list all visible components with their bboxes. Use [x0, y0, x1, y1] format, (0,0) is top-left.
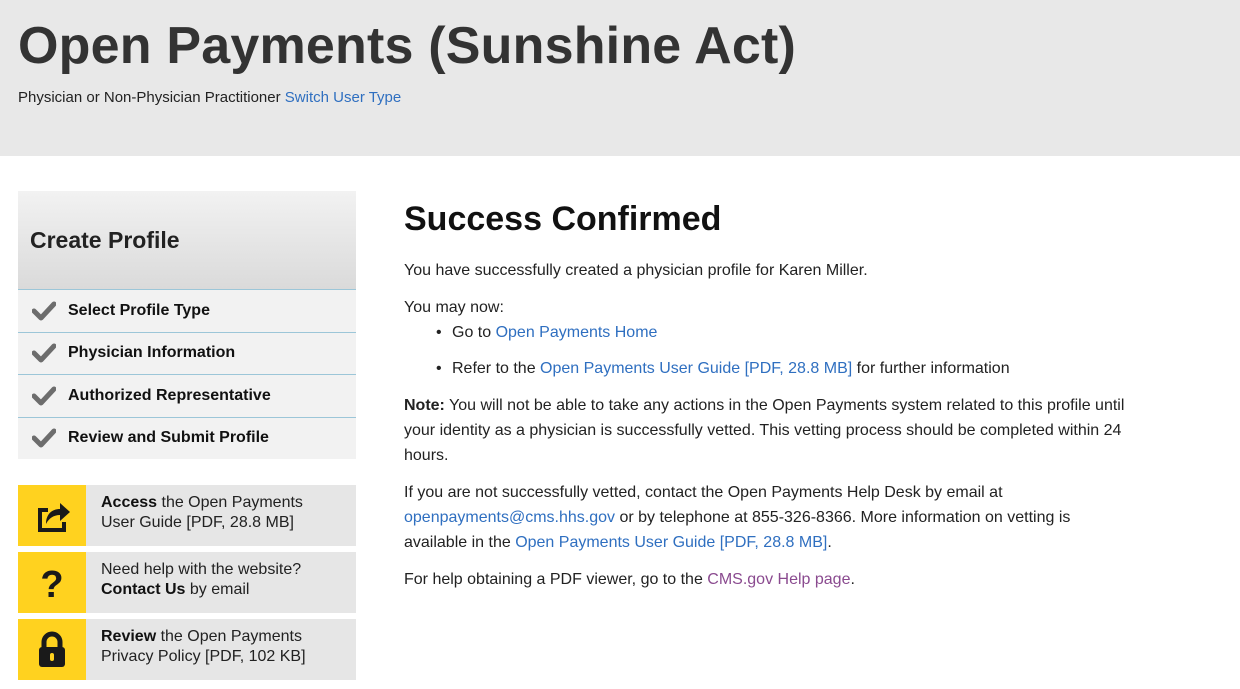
help-desk-email-link[interactable]: openpayments@cms.hhs.gov — [404, 509, 615, 526]
step-label: Authorized Representative — [68, 386, 271, 404]
step-label: Review and Submit Profile — [68, 429, 269, 447]
privacy-text-rest: the Open Payments — [156, 628, 302, 645]
contact-us-text[interactable]: Need help with the website? Contact Us b… — [86, 552, 301, 613]
user-guide-link[interactable]: Open Payments User Guide [PDF, 28.8 MB] — [540, 360, 852, 377]
steps-heading: Create Profile — [30, 227, 180, 253]
vet-suffix: . — [827, 534, 832, 551]
confirmation-text: You have successfully created a physicia… — [404, 262, 868, 279]
access-text-rest: the Open Payments — [157, 494, 303, 511]
switch-user-type-link[interactable]: Switch User Type — [285, 89, 401, 106]
bullet-suffix: for further information — [852, 360, 1010, 377]
share-arrow-icon — [18, 485, 86, 546]
privacy-policy-text[interactable]: Review the Open Payments Privacy Policy … — [86, 619, 306, 680]
note-paragraph: Note: You will not be able to take any a… — [404, 393, 1134, 468]
steps-header: Create Profile — [18, 191, 356, 289]
checkmark-icon — [32, 341, 56, 365]
sidebar: Create Profile Select Profile Type Physi… — [18, 191, 356, 680]
step-label: Physician Information — [68, 344, 236, 362]
contact-us-box[interactable]: ? Need help with the website? Contact Us… — [18, 552, 356, 613]
page-header: Open Payments (Sunshine Act) Physician o… — [0, 0, 1240, 156]
access-user-guide-box[interactable]: Access the Open Payments User Guide [PDF… — [18, 485, 356, 546]
note-text: You will not be able to take any actions… — [404, 397, 1125, 464]
access-user-guide-text[interactable]: Access the Open Payments User Guide [PDF… — [86, 485, 303, 546]
may-now-text: You may now: — [404, 299, 504, 316]
question-mark-icon: ? — [18, 552, 86, 613]
checkmark-icon — [32, 384, 56, 408]
vetting-user-guide-link[interactable]: Open Payments User Guide [PDF, 28.8 MB] — [515, 534, 827, 551]
main-content: Success Confirmed You have successfully … — [404, 200, 1134, 592]
page-title: Open Payments (Sunshine Act) — [18, 17, 797, 75]
step-label: Select Profile Type — [68, 301, 210, 319]
checkmark-icon — [32, 426, 56, 450]
lock-icon — [18, 619, 86, 680]
bullet-prefix: Go to — [452, 324, 496, 341]
vetting-paragraph: If you are not successfully vetted, cont… — [404, 480, 1134, 555]
svg-text:?: ? — [40, 564, 63, 603]
review-link-text[interactable]: Review — [101, 628, 156, 645]
step-physician-information: Physician Information — [18, 331, 356, 374]
checkmark-icon — [32, 299, 56, 323]
contact-text-rest: by email — [185, 581, 250, 598]
success-heading: Success Confirmed — [404, 200, 722, 238]
pdf-suffix: . — [850, 571, 855, 588]
privacy-policy-box[interactable]: Review the Open Payments Privacy Policy … — [18, 619, 356, 680]
access-text-line2: User Guide [PDF, 28.8 MB] — [101, 514, 294, 531]
user-type-label: Physician or Non-Physician Practitioner — [18, 89, 281, 106]
cms-help-page-link[interactable]: CMS.gov Help page — [707, 571, 850, 588]
contact-text-line1: Need help with the website? — [101, 561, 302, 578]
vet-prefix: If you are not successfully vetted, cont… — [404, 484, 1003, 501]
step-select-profile-type: Select Profile Type — [18, 289, 356, 332]
step-review-and-submit: Review and Submit Profile — [18, 416, 356, 459]
bullet-prefix: Refer to the — [452, 360, 541, 377]
privacy-text-line2: Privacy Policy [PDF, 102 KB] — [101, 648, 306, 665]
pdf-viewer-paragraph: For help obtaining a PDF viewer, go to t… — [404, 567, 1134, 592]
access-link-text[interactable]: Access — [101, 494, 157, 511]
pdf-prefix: For help obtaining a PDF viewer, go to t… — [404, 571, 708, 588]
next-steps-list: Go to Open Payments Home Refer to the Op… — [404, 320, 1134, 381]
list-item: Refer to the Open Payments User Guide [P… — [404, 356, 1134, 381]
contact-us-link-text[interactable]: Contact Us — [101, 581, 185, 598]
user-type-line: Physician or Non-Physician Practitioner … — [18, 89, 401, 106]
list-item: Go to Open Payments Home — [404, 320, 1134, 345]
open-payments-home-link[interactable]: Open Payments Home — [496, 324, 658, 341]
note-label: Note: — [404, 397, 445, 414]
step-authorized-representative: Authorized Representative — [18, 374, 356, 417]
